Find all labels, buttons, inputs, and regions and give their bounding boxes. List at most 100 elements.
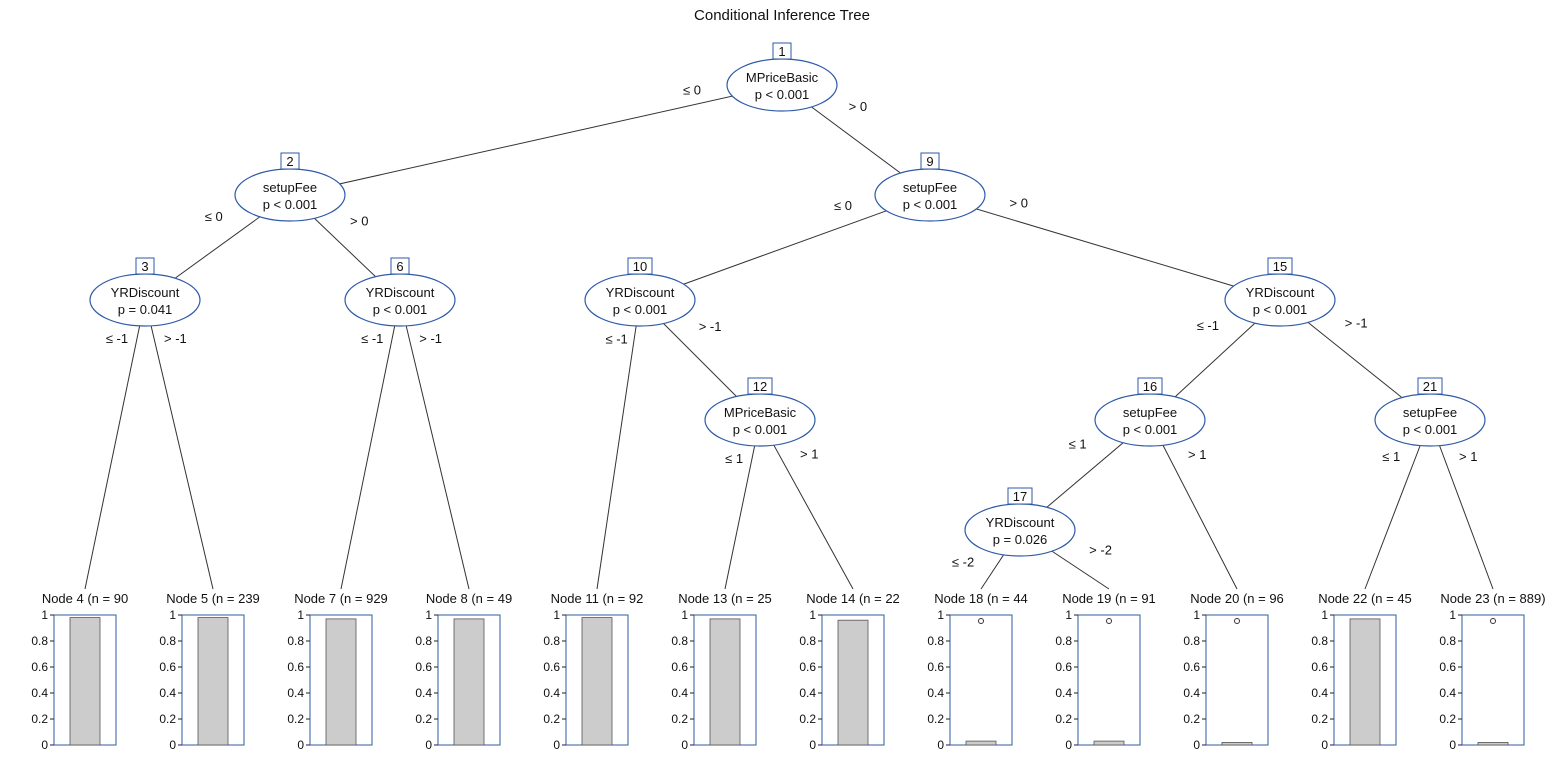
leaf-title: Node 22 (n = 45: [1318, 591, 1412, 606]
edge-label: ≤ -1: [106, 331, 128, 346]
tick-label: 0.8: [1311, 634, 1328, 648]
tick-label: 0.6: [671, 660, 688, 674]
node-id: 1: [778, 44, 785, 59]
tick-label: 0.6: [1311, 660, 1328, 674]
node-variable: setupFee: [1123, 405, 1177, 420]
tick-label: 0: [169, 738, 176, 752]
leaf-title: Node 13 (n = 25: [678, 591, 772, 606]
edge-label: > -2: [1089, 542, 1112, 557]
leaf-bar: [198, 618, 228, 745]
node-pvalue: p < 0.001: [1123, 422, 1178, 437]
terminal-node: Node 14 (n = 2200.20.40.60.81: [799, 591, 899, 752]
inner-node: 9setupFeep < 0.001: [875, 153, 985, 221]
edge-label: > 0: [1009, 196, 1027, 211]
inner-node: 10YRDiscountp < 0.001: [585, 258, 695, 326]
tick-label: 0.2: [1311, 712, 1328, 726]
leaf-bar: [1478, 742, 1508, 745]
inner-node: 21setupFeep < 0.001: [1375, 378, 1485, 446]
edge-label: ≤ 1: [1382, 449, 1400, 464]
node-pvalue: p < 0.001: [1403, 422, 1458, 437]
leaf-bar: [582, 618, 612, 745]
node-id: 2: [286, 154, 293, 169]
terminal-node: Node 4 (n = 9000.20.40.60.81: [31, 591, 128, 752]
tick-label: 1: [297, 608, 304, 622]
tick-label: 0: [553, 738, 560, 752]
node-variable: YRDiscount: [1246, 285, 1315, 300]
edge-label: ≤ -2: [952, 555, 974, 570]
leaf-title: Node 7 (n = 929: [294, 591, 388, 606]
tick-label: 0: [937, 738, 944, 752]
inner-node: 17YRDiscountp = 0.026: [965, 488, 1075, 556]
tick-label: 0: [809, 738, 816, 752]
node-pvalue: p < 0.001: [1253, 302, 1308, 317]
node-pvalue: p < 0.001: [903, 197, 958, 212]
terminal-node: Node 7 (n = 92900.20.40.60.81: [287, 591, 387, 752]
tick-label: 0.4: [671, 686, 688, 700]
tick-label: 0.2: [159, 712, 176, 726]
tick-label: 0.6: [927, 660, 944, 674]
edge-label: > 0: [849, 99, 867, 114]
terminal-node: Node 18 (n = 4400.20.40.60.81: [927, 591, 1027, 752]
tick-label: 0.2: [287, 712, 304, 726]
inner-node: 1MPriceBasicp < 0.001: [727, 43, 837, 111]
edge-label: ≤ -1: [1197, 318, 1219, 333]
leaf-title: Node 8 (n = 49: [426, 591, 512, 606]
tick-label: 0.2: [1055, 712, 1072, 726]
edge-label: ≤ 0: [205, 209, 223, 224]
tick-label: 0: [41, 738, 48, 752]
tick-label: 0.8: [927, 634, 944, 648]
terminal-node: Node 23 (n = 889)00.20.40.60.81: [1439, 591, 1545, 752]
node-id: 17: [1013, 489, 1027, 504]
node-pvalue: p < 0.001: [733, 422, 788, 437]
node-pvalue: p < 0.001: [613, 302, 668, 317]
tick-label: 0.8: [159, 634, 176, 648]
edge-label: > 0: [350, 213, 368, 228]
tick-label: 0.8: [1439, 634, 1456, 648]
tick-label: 0: [1193, 738, 1200, 752]
node-variable: setupFee: [1403, 405, 1457, 420]
node-id: 6: [396, 259, 403, 274]
edge-label: ≤ 0: [834, 198, 852, 213]
node-pvalue: p = 0.041: [118, 302, 173, 317]
edge-label: > -1: [164, 331, 187, 346]
node-pvalue: p < 0.001: [755, 87, 810, 102]
tick-label: 0.6: [287, 660, 304, 674]
edge-label: > -1: [699, 319, 722, 334]
terminal-node: Node 22 (n = 4500.20.40.60.81: [1311, 591, 1411, 752]
tick-label: 0.4: [927, 686, 944, 700]
node-variable: YRDiscount: [111, 285, 180, 300]
terminal-node: Node 5 (n = 23900.20.40.60.81: [159, 591, 259, 752]
edge-label: > 1: [1188, 447, 1206, 462]
leaf-title: Node 5 (n = 239: [166, 591, 260, 606]
inner-node: 16setupFeep < 0.001: [1095, 378, 1205, 446]
tick-label: 0: [1321, 738, 1328, 752]
node-id: 10: [633, 259, 647, 274]
tick-label: 0: [297, 738, 304, 752]
tick-label: 0.4: [1055, 686, 1072, 700]
tick-label: 0.6: [799, 660, 816, 674]
tick-label: 0.2: [1439, 712, 1456, 726]
leaf-bar: [326, 619, 356, 745]
tick-label: 0.4: [287, 686, 304, 700]
tree-edge: [290, 85, 782, 195]
leaf-title: Node 19 (n = 91: [1062, 591, 1156, 606]
terminal-node: Node 11 (n = 9200.20.40.60.81: [543, 591, 643, 752]
node-pvalue: p = 0.026: [993, 532, 1048, 547]
inference-tree: Conditional Inference Tree ≤ 0> 0≤ 0> 0≤…: [0, 0, 1564, 770]
edge-label: ≤ -1: [605, 332, 627, 347]
tick-label: 0.2: [927, 712, 944, 726]
node-id: 12: [753, 379, 767, 394]
inner-node: 15YRDiscountp < 0.001: [1225, 258, 1335, 326]
tree-edge: [930, 195, 1280, 300]
leaf-bar: [1350, 619, 1380, 745]
leaf-title: Node 23 (n = 889): [1440, 591, 1545, 606]
tick-label: 0.4: [159, 686, 176, 700]
tick-label: 0.2: [415, 712, 432, 726]
tick-label: 1: [169, 608, 176, 622]
tick-label: 0.6: [543, 660, 560, 674]
edge-label: ≤ -1: [361, 331, 383, 346]
terminal-node: Node 13 (n = 2500.20.40.60.81: [671, 591, 771, 752]
inner-node: 6YRDiscountp < 0.001: [345, 258, 455, 326]
leaf-bar: [966, 741, 996, 745]
terminal-node: Node 20 (n = 9600.20.40.60.81: [1183, 591, 1283, 752]
